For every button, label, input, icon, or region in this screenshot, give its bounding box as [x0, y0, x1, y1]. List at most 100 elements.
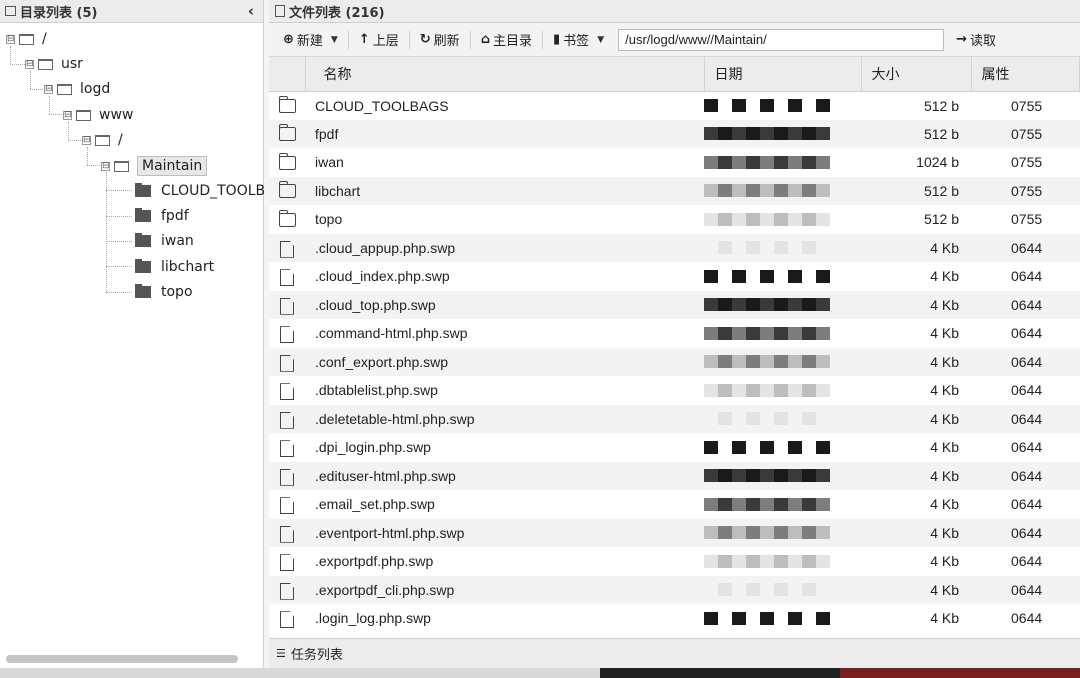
file-row-icon-cell [269, 518, 305, 547]
file-name[interactable]: .dpi_login.php.swp [305, 433, 704, 462]
bookmark-button[interactable]: ▮ 书签 ▼ [547, 28, 610, 52]
file-row[interactable]: .edituser-html.php.swp 4 Kb 0644 [269, 461, 1080, 490]
tree-node-maintain[interactable]: ⊟ Maintain [101, 155, 208, 177]
task-list-bar[interactable]: ☰ 任务列表 [269, 638, 1080, 668]
up-button-label: 上层 [372, 34, 399, 49]
file-row[interactable]: .eventport-html.php.swp 4 Kb 0644 [269, 518, 1080, 547]
tree-node-label: www [99, 107, 134, 123]
file-name[interactable]: .cloud_index.php.swp [305, 262, 704, 291]
file-name[interactable]: .exportpdf_cli.php.swp [305, 575, 704, 604]
redaction-mosaic [704, 583, 861, 597]
tree-node-www-root[interactable]: ⊟ / [82, 129, 123, 151]
file-name[interactable]: .command-html.php.swp [305, 319, 704, 348]
file-row[interactable]: .login_log.php.swp 4 Kb 0644 [269, 604, 1080, 633]
name-column-header[interactable]: 名称 [305, 57, 705, 92]
file-size: 4 Kb [930, 610, 959, 627]
file-name[interactable]: CLOUD_TOOLBAGS [305, 91, 704, 120]
tree-connector [68, 140, 83, 141]
tree-node-root[interactable]: ⊟ / [6, 28, 47, 50]
file-row[interactable]: topo 512 b 0755 [269, 205, 1080, 234]
file-name[interactable]: fpdf [305, 119, 704, 148]
tree-node-logd[interactable]: ⊟ logd [44, 78, 110, 100]
file-row-icon-cell [269, 290, 305, 319]
tree-node-fpdf[interactable]: fpdf [135, 205, 189, 227]
file-row[interactable]: .dbtablelist.php.swp 4 Kb 0644 [269, 376, 1080, 405]
file-name[interactable]: .deletetable-html.php.swp [305, 404, 704, 433]
file-name[interactable]: libchart [305, 176, 704, 205]
toolbar: ⊕ 新建 ▼ ↑ 上层 ↻ 刷新 ⌂ 主目录 ▮ 书签 ▼ → 读取 [269, 23, 1080, 57]
file-size: 4 Kb [861, 461, 971, 490]
file-name[interactable]: .exportpdf.php.swp [305, 547, 704, 576]
size-column-header[interactable]: 大小 [861, 57, 972, 92]
collapse-toggle-icon[interactable]: ⊟ [6, 34, 15, 44]
attr-column-header[interactable]: 属性 [971, 57, 1080, 92]
file-row[interactable]: libchart 512 b 0755 [269, 176, 1080, 205]
home-button[interactable]: ⌂ 主目录 [475, 28, 538, 52]
new-button-label: 新建 [296, 34, 323, 49]
tree-node-cloud-toolbags[interactable]: CLOUD_TOOLBAGS [135, 180, 264, 202]
folder-closed-icon [135, 208, 151, 222]
file-attr: 0644 [971, 575, 1080, 604]
file-name[interactable]: topo [305, 205, 704, 234]
new-button[interactable]: ⊕ 新建 ▼ [277, 28, 344, 52]
file-attr: 0644 [971, 518, 1080, 547]
file-row[interactable]: CLOUD_TOOLBAGS 512 b 0755 [269, 91, 1080, 120]
date-column-header[interactable]: 日期 [704, 57, 862, 92]
file-row[interactable]: .dpi_login.php.swp 4 Kb 0644 [269, 433, 1080, 462]
directory-panel-header: 目录列表 (5) ‹ [0, 0, 263, 23]
collapse-toggle-icon[interactable]: ⊟ [82, 135, 91, 145]
folder-open-icon [38, 58, 53, 70]
file-row[interactable]: .cloud_index.php.swp 4 Kb 0644 [269, 262, 1080, 291]
file-size: 4 Kb [930, 439, 959, 456]
tree-node-topo[interactable]: topo [135, 281, 193, 303]
tree-node-usr[interactable]: ⊟ usr [25, 53, 83, 75]
file-date-redacted [704, 433, 861, 462]
file-date-redacted [704, 233, 861, 262]
file-name[interactable]: .dbtablelist.php.swp [305, 376, 704, 405]
file-name[interactable]: .login_log.php.swp [305, 604, 704, 633]
collapse-toggle-icon[interactable]: ⊟ [44, 84, 53, 94]
file-row[interactable]: .deletetable-html.php.swp 4 Kb 0644 [269, 404, 1080, 433]
horizontal-scrollbar[interactable] [6, 655, 238, 663]
file-row[interactable]: .cloud_top.php.swp 4 Kb 0644 [269, 290, 1080, 319]
file-row[interactable]: fpdf 512 b 0755 [269, 119, 1080, 148]
file-row[interactable]: .cloud_appup.php.swp 4 Kb 0644 [269, 233, 1080, 262]
file-name[interactable]: .eventport-html.php.swp [305, 518, 704, 547]
directory-panel-title: 目录列表 (5) [20, 5, 98, 21]
file-name[interactable]: .edituser-html.php.swp [305, 461, 704, 490]
up-button[interactable]: ↑ 上层 [353, 28, 405, 52]
tree-node-libchart[interactable]: libchart [135, 256, 214, 278]
home-button-label: 主目录 [493, 34, 533, 49]
collapse-toggle-icon[interactable]: ⊟ [101, 161, 110, 171]
file-row[interactable]: .exportpdf.php.swp 4 Kb 0644 [269, 547, 1080, 576]
collapse-toggle-icon[interactable]: ⊟ [63, 110, 72, 120]
tree-connector [106, 190, 132, 191]
file-row[interactable]: .conf_export.php.swp 4 Kb 0644 [269, 347, 1080, 376]
file-name[interactable]: .cloud_appup.php.swp [305, 233, 704, 262]
file-row[interactable]: .exportpdf_cli.php.swp 4 Kb 0644 [269, 575, 1080, 604]
file-attr: 0644 [971, 347, 1080, 376]
file-name[interactable]: .conf_export.php.swp [305, 347, 704, 376]
tree-node-www[interactable]: ⊟ www [63, 104, 133, 126]
file-date-redacted [704, 518, 861, 547]
file-name[interactable]: .cloud_top.php.swp [305, 290, 704, 319]
read-button[interactable]: → 读取 [950, 28, 1002, 52]
file-row[interactable]: .command-html.php.swp 4 Kb 0644 [269, 319, 1080, 348]
refresh-button[interactable]: ↻ 刷新 [414, 28, 466, 52]
tree-node-label: CLOUD_TOOLBAGS [161, 183, 264, 199]
document-icon [275, 5, 285, 17]
tree-node-iwan[interactable]: iwan [135, 230, 194, 252]
file-row[interactable]: .email_set.php.swp 4 Kb 0644 [269, 490, 1080, 519]
file-row[interactable]: iwan 1024 b 0755 [269, 148, 1080, 177]
file-name[interactable]: iwan [305, 148, 704, 177]
file-row-icon-cell [269, 575, 305, 604]
file-attr: 0644 [971, 404, 1080, 433]
tree-node-label: libchart [161, 259, 215, 275]
collapse-toggle-icon[interactable]: ⊟ [25, 59, 34, 69]
chevron-left-icon[interactable]: ‹ [239, 2, 263, 20]
file-attr: 0644 [1011, 382, 1043, 399]
file-name[interactable]: .email_set.php.swp [305, 490, 704, 519]
file-row-icon-cell [269, 347, 305, 376]
file-size: 4 Kb [861, 575, 971, 604]
path-input[interactable] [618, 28, 945, 51]
